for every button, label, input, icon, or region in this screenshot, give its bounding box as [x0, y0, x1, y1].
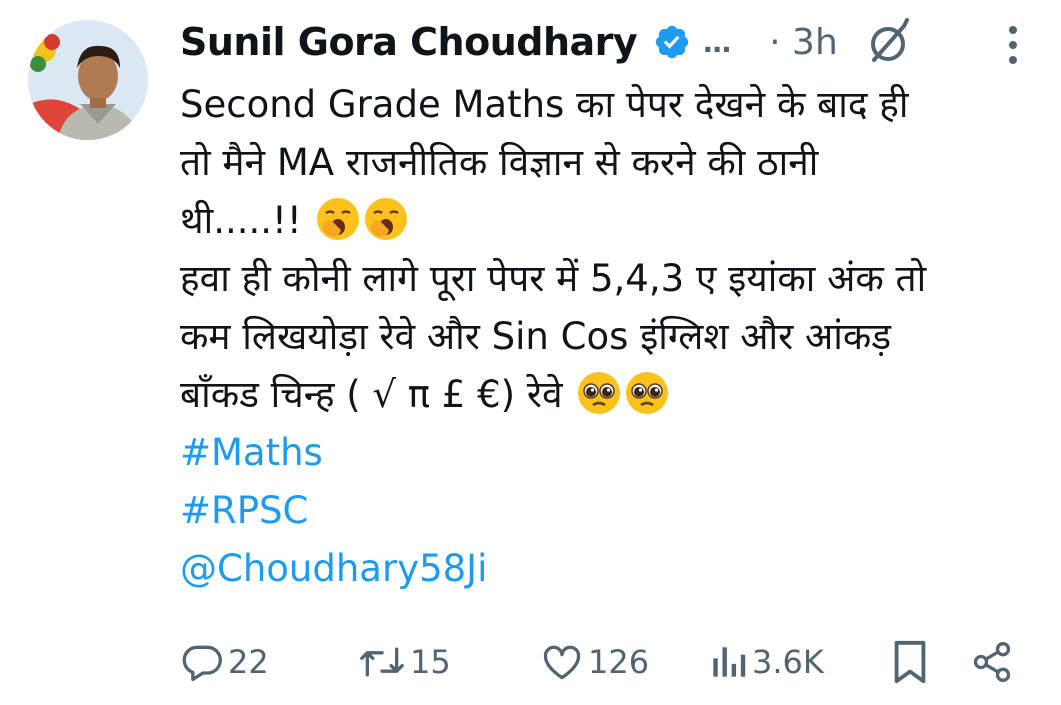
reply-button[interactable]: 22 — [180, 632, 269, 692]
pleading-face-emoji — [576, 370, 622, 416]
tweet-text-line-with-emoji: थी.....!! — [180, 192, 1050, 250]
tweet-body: Second Grade Maths का पेपर देखने के बाद … — [180, 76, 1050, 598]
verified-badge-icon — [653, 23, 691, 61]
bookmark-button[interactable] — [890, 632, 930, 692]
tweet-text-segment: थी.....!! — [180, 199, 302, 242]
reply-icon — [180, 640, 224, 684]
tweet-text-line: Second Grade Maths का पेपर देखने के बाद … — [180, 83, 909, 126]
hashtag-link[interactable]: #Maths — [180, 424, 1050, 482]
author-name[interactable]: Sunil Gora Choudhary — [180, 20, 638, 64]
like-icon — [540, 640, 584, 684]
view-count: 3.6K — [752, 643, 824, 681]
views-icon — [708, 640, 748, 684]
like-count: 126 — [588, 643, 650, 681]
tweet-text-segment: बाँकड चिन्ह ( √ π £ €) रेवे — [180, 373, 563, 416]
tweet-text-line: तो मैने MA राजनीतिक विज्ञान से करने की ठ… — [180, 141, 819, 184]
name-truncation: … — [703, 25, 734, 59]
tweet-text-line: कम लिखयोड़ा रेवे और Sin Cos इंग्लिश और आ… — [180, 315, 892, 358]
avatar[interactable] — [28, 20, 148, 140]
repost-button[interactable]: 15 — [358, 632, 451, 692]
like-button[interactable]: 126 — [540, 632, 649, 692]
repost-icon — [358, 640, 406, 684]
avatar-image — [28, 20, 148, 140]
tweet-text-line-with-emoji: बाँकड चिन्ह ( √ π £ €) रेवे — [180, 366, 1050, 424]
views-button[interactable]: 3.6K — [708, 632, 824, 692]
yawning-face-emoji — [363, 196, 409, 242]
mention-link[interactable]: @Choudhary58Ji — [180, 540, 1050, 598]
tweet-timestamp[interactable]: · 3h — [769, 22, 838, 63]
grok-icon[interactable] — [862, 16, 914, 68]
tweet-header: Sunil Gora Choudhary … · 3h — [180, 14, 1040, 70]
more-vertical-icon[interactable] — [1000, 22, 1026, 68]
yawning-face-emoji — [315, 196, 361, 242]
reply-count: 22 — [228, 643, 269, 681]
pleading-face-emoji — [624, 370, 670, 416]
tweet-actions: 22 15 126 3.6K — [180, 632, 1040, 692]
tweet-text-line: हवा ही कोनी लागे पूरा पेपर में 5,4,3 ए इ… — [180, 257, 927, 300]
share-button[interactable] — [970, 632, 1014, 692]
bookmark-icon — [890, 639, 930, 685]
repost-count: 15 — [410, 643, 451, 681]
share-icon — [970, 640, 1014, 684]
hashtag-link[interactable]: #RPSC — [180, 482, 1050, 540]
